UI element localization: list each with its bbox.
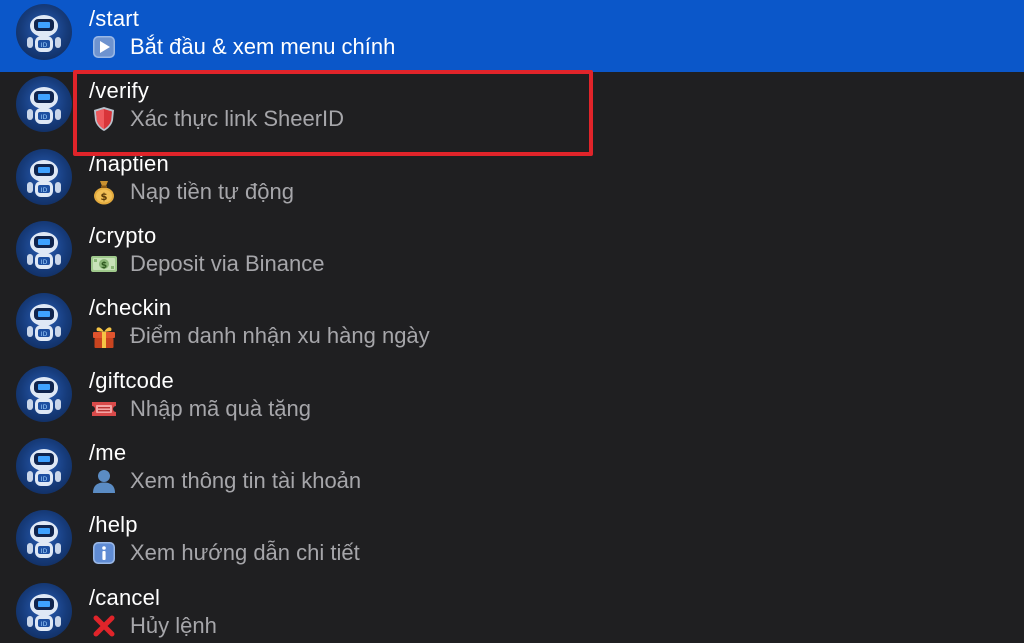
command-description-text: Xem hướng dẫn chi tiết <box>130 540 360 565</box>
command-description: Bắt đầu & xem menu chính <box>89 33 395 61</box>
bot-avatar: ID <box>16 293 72 349</box>
bot-avatar: ID <box>16 583 72 639</box>
bot-avatar: ID <box>16 4 72 60</box>
bot-avatar: ID <box>16 438 72 494</box>
command-name: /verify <box>89 78 150 103</box>
command-description-text: Xem thông tin tài khoản <box>130 468 362 493</box>
bot-avatar: ID <box>16 76 72 132</box>
info-icon <box>89 539 119 567</box>
command-description-text: Deposit via Binance <box>130 251 325 276</box>
command-description-text: Nhập mã quà tặng <box>130 396 312 421</box>
command-description: Nhập mã quà tặng <box>89 395 311 423</box>
svg-text:ID: ID <box>41 187 48 194</box>
svg-text:ID: ID <box>41 259 48 266</box>
command-item-giftcode[interactable]: ID /giftcode Nhập mã quà tặng <box>0 362 1024 434</box>
svg-text:ID: ID <box>41 621 48 628</box>
scrollbar[interactable] <box>1012 4 1020 639</box>
command-description-text: Nạp tiền tự động <box>130 179 294 204</box>
command-description-text: Xác thực link SheerID <box>130 106 345 131</box>
command-item-me[interactable]: ID /me Xem thông tin tài khoản <box>0 434 1024 506</box>
command-description-text: Hủy lệnh <box>130 613 217 638</box>
svg-text:ID: ID <box>41 114 48 121</box>
command-description: Xác thực link SheerID <box>89 105 344 133</box>
command-description: Xem hướng dẫn chi tiết <box>89 539 360 567</box>
command-name: /giftcode <box>89 368 174 393</box>
svg-text:$: $ <box>101 192 108 203</box>
svg-text:$: $ <box>101 261 107 271</box>
command-description-text: Bắt đầu & xem menu chính <box>130 34 396 59</box>
person-icon <box>89 467 119 495</box>
command-name: /start <box>89 6 140 31</box>
command-name: /cancel <box>89 585 161 610</box>
gift-icon <box>89 322 119 350</box>
play-button-icon <box>89 33 119 61</box>
command-item-cancel[interactable]: ID /cancel Hủy lệnh <box>0 579 1024 643</box>
command-description-text: Điểm danh nhận xu hàng ngày <box>130 323 430 348</box>
cross-mark-icon <box>89 612 119 640</box>
money-bag-icon: $ <box>89 178 119 206</box>
bot-avatar: ID <box>16 510 72 566</box>
bot-avatar: ID <box>16 366 72 422</box>
command-item-naptien[interactable]: ID /naptien $ Nạp tiền tự động <box>0 145 1024 217</box>
command-description: $ Nạp tiền tự động <box>89 178 294 206</box>
svg-text:ID: ID <box>41 476 48 483</box>
svg-text:ID: ID <box>41 331 48 338</box>
command-item-crypto[interactable]: ID /crypto $ Deposit via Binance <box>0 217 1024 289</box>
ticket-icon <box>89 395 119 423</box>
bot-avatar: ID <box>16 149 72 205</box>
shield-icon <box>89 105 119 133</box>
command-item-start[interactable]: ID /start Bắt đầu & xem menu chính <box>0 0 1024 72</box>
svg-text:ID: ID <box>41 404 48 411</box>
dollar-banknote-icon: $ <box>89 250 119 278</box>
command-item-help[interactable]: ID /help Xem hướng dẫn chi tiết <box>0 506 1024 578</box>
command-name: /me <box>89 440 127 465</box>
command-item-checkin[interactable]: ID /checkin Điểm danh nhận xu hàng ngày <box>0 289 1024 361</box>
command-item-verify[interactable]: ID /verify Xác thực link SheerID <box>0 72 1024 144</box>
svg-text:ID: ID <box>41 42 48 49</box>
command-name: /checkin <box>89 295 172 320</box>
command-description: Điểm danh nhận xu hàng ngày <box>89 322 430 350</box>
command-description: Xem thông tin tài khoản <box>89 467 361 495</box>
command-list: ID /start Bắt đầu & xem menu chính ID /v… <box>0 0 1024 643</box>
command-name: /crypto <box>89 223 157 248</box>
svg-text:ID: ID <box>41 548 48 555</box>
command-description: $ Deposit via Binance <box>89 250 324 278</box>
bot-avatar: ID <box>16 221 72 277</box>
command-description: Hủy lệnh <box>89 612 217 640</box>
command-name: /help <box>89 512 138 537</box>
command-name: /naptien <box>89 151 169 176</box>
